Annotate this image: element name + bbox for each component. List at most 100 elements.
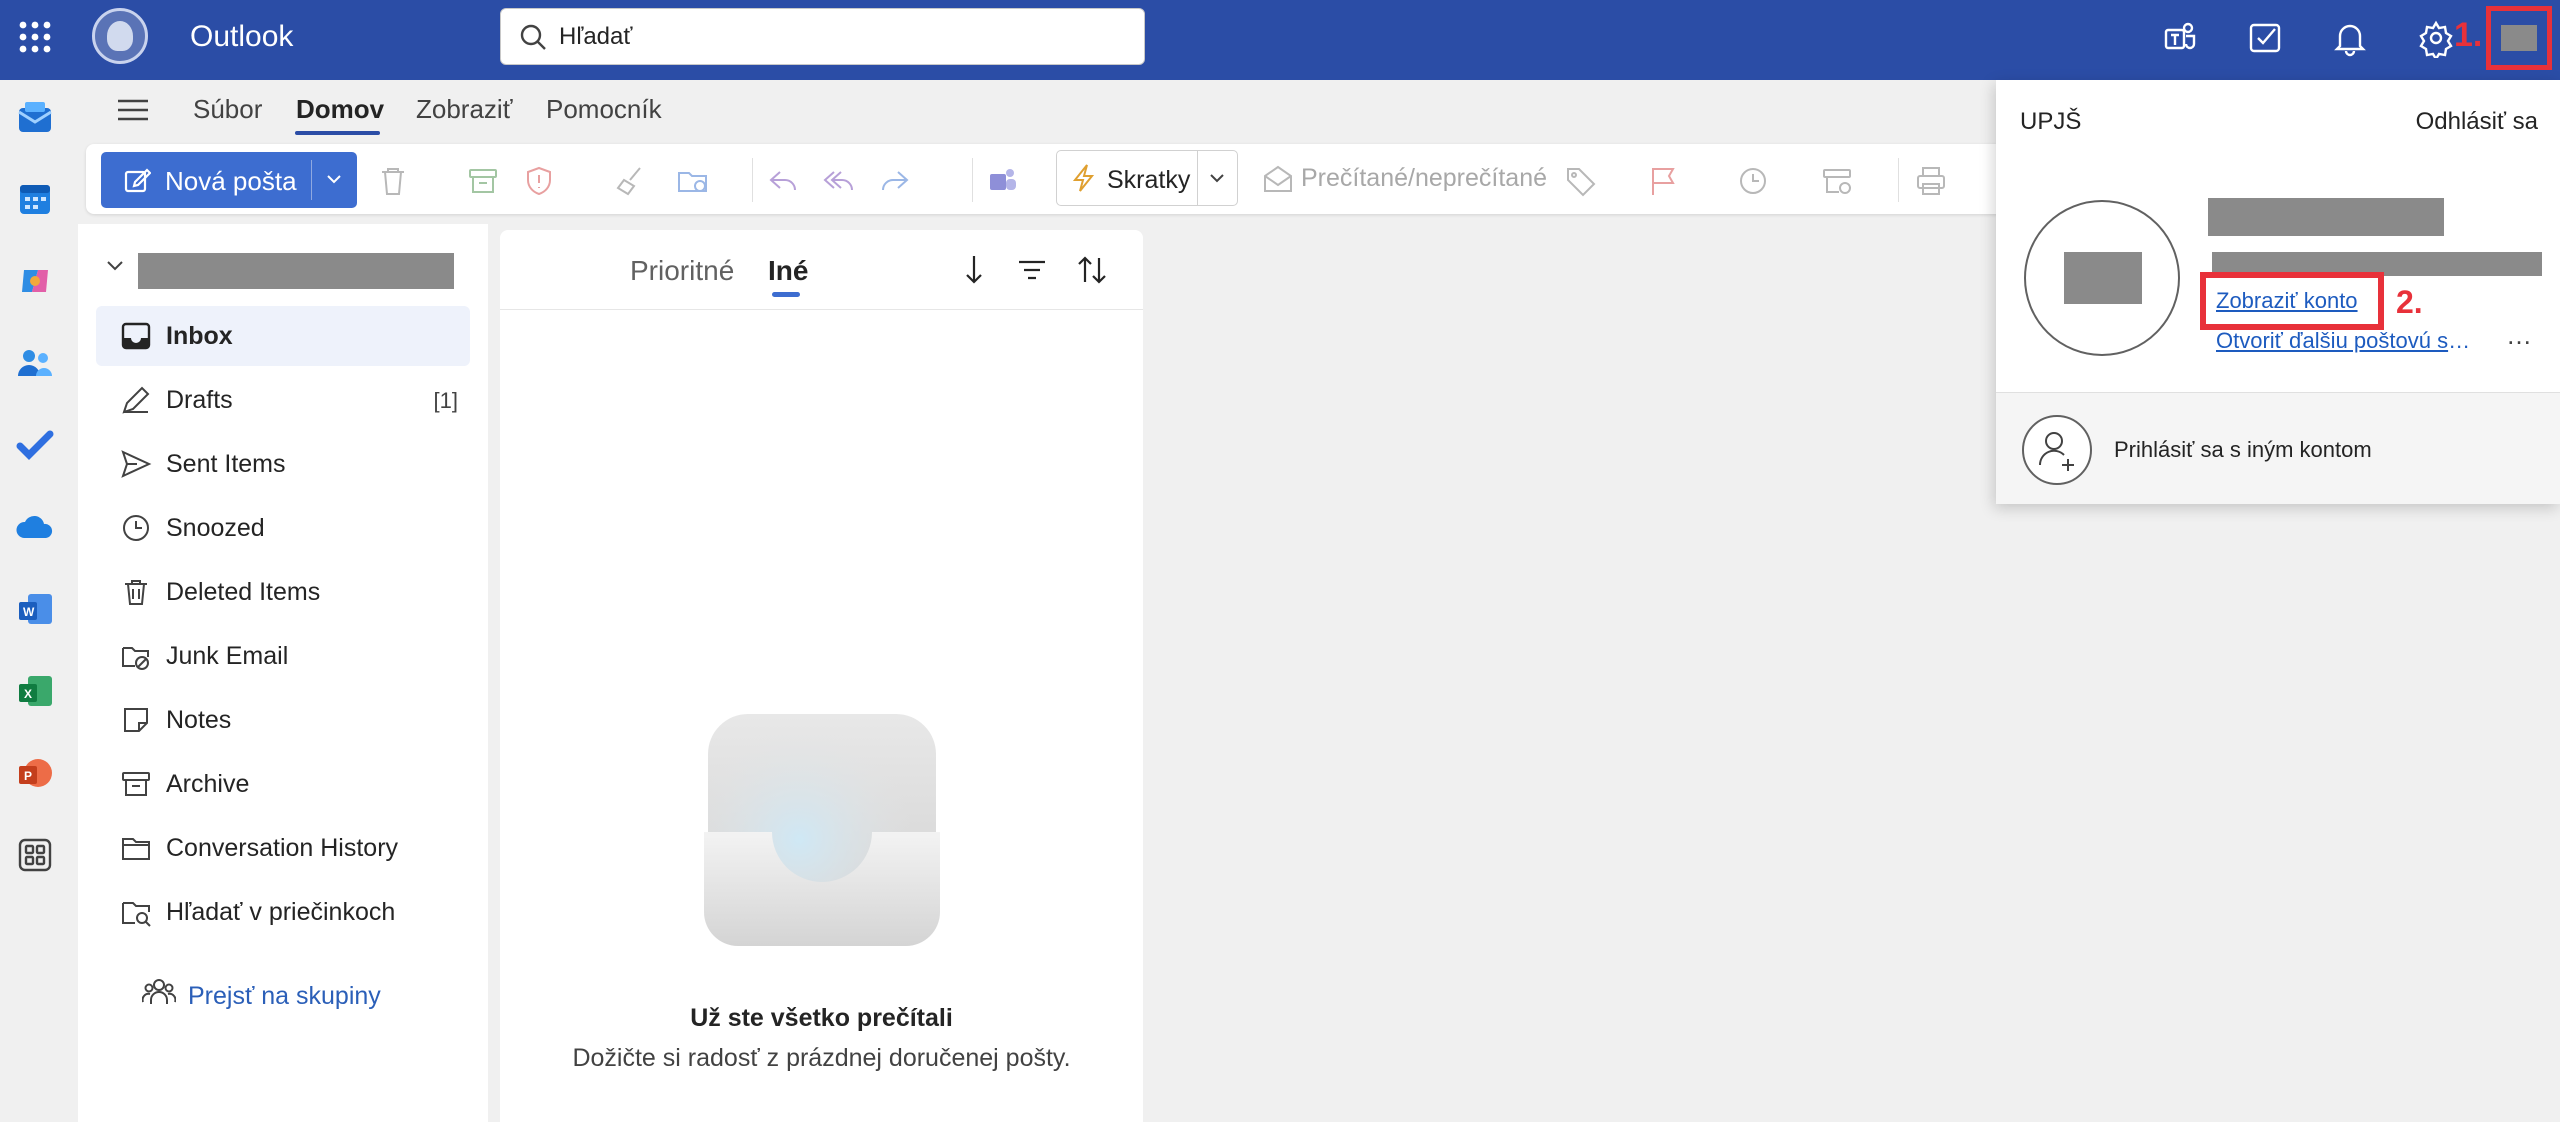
tab-view[interactable]: Zobraziť [416,94,512,125]
new-mail-label: Nová pošta [165,166,297,196]
search-box[interactable] [500,8,1145,65]
jump-down-icon[interactable] [956,252,992,288]
search-icon [519,23,547,51]
go-to-groups-link[interactable]: Prejsť na skupiny [188,982,381,1011]
account-manager-popup: UPJŠ Odhlásiť sa Zobraziť konto 2. Otvor… [1996,80,2560,504]
active-tab-indicator [295,131,380,135]
filter-icon[interactable] [1014,252,1050,288]
folder-deleted-items[interactable]: Deleted Items [96,562,470,622]
groups-icon [142,976,176,1006]
folder-junk-email[interactable]: Junk Email [96,626,470,686]
hamburger-menu-icon[interactable] [118,98,148,122]
snooze-icon[interactable] [1736,164,1770,198]
archive-ribbon-icon[interactable] [466,164,500,198]
word-app-icon[interactable]: W [16,590,54,628]
report-icon[interactable] [522,164,556,198]
shortcuts-dropdown-icon[interactable] [1209,171,1225,185]
view-account-link[interactable]: Zobraziť konto [2216,288,2358,314]
annotation-step-1: 1. [2454,16,2483,54]
shortcuts-label: Skratky [1107,166,1191,194]
folder-pane: Inbox Drafts [1] Sent Items Snoozed Dele… [78,224,488,1122]
people-app-icon[interactable] [16,344,54,382]
tab-focused[interactable]: Prioritné [630,255,734,287]
empty-inbox-illustration [700,710,940,950]
folder-snoozed[interactable]: Snoozed [96,498,470,558]
tab-other[interactable]: Iné [768,255,808,287]
archive-icon [120,768,152,800]
empty-state-subtitle: Dožičte si radosť z prázdnej doručenej p… [572,1044,1071,1072]
folder-label: Sent Items [166,450,286,478]
reply-icon[interactable] [766,164,800,198]
svg-text:P: P [24,769,32,783]
sign-out-link[interactable]: Odhlásiť sa [2416,108,2538,136]
inbox-icon [120,320,152,352]
copilot-app-icon[interactable] [16,262,54,300]
search-input[interactable] [559,9,1119,64]
reply-all-icon[interactable] [822,164,856,198]
folder-drafts[interactable]: Drafts [1] [96,370,470,430]
powerpoint-app-icon[interactable]: P [16,754,54,792]
collapse-account-chevron-icon[interactable] [106,258,124,272]
rules-icon[interactable] [1820,164,1854,198]
unread-count-badge: [1] [433,388,458,413]
todo-app-icon[interactable] [16,426,54,464]
envelope-open-icon[interactable] [1262,164,1294,194]
print-icon[interactable] [1914,164,1948,198]
folder-label: Snoozed [166,514,265,542]
sweep-icon[interactable] [614,164,648,198]
folder-conversation-history[interactable]: Conversation History [96,818,470,878]
app-title[interactable]: Outlook [190,20,293,54]
open-another-mailbox-link[interactable]: Otvoriť ďalšiu poštovú schránku [2216,328,2478,354]
sign-in-other-account-row[interactable]: Prihlásiť sa s iným kontom [1996,393,2560,504]
excel-app-icon[interactable]: X [16,672,54,710]
folder-label: Inbox [166,322,233,350]
app-launcher-icon[interactable] [18,20,52,54]
folder-label: Drafts [166,386,233,414]
delete-icon[interactable] [376,164,410,198]
account-avatar[interactable] [2024,200,2180,356]
read-unread-button[interactable]: Prečítané/neprečítané [1301,164,1547,193]
account-button[interactable] [2486,6,2552,70]
user-name-redacted [2208,198,2444,236]
forward-icon[interactable] [878,164,912,198]
annotation-step-2: 2. [2396,284,2423,320]
sort-icon[interactable] [1074,252,1110,288]
tab-file[interactable]: Súbor [193,94,262,125]
compose-icon [123,166,151,194]
folder-sent-items[interactable]: Sent Items [96,434,470,494]
tasks-icon[interactable] [2246,18,2286,58]
top-bar: Outlook 1. [0,0,2560,80]
calendar-app-icon[interactable] [16,180,54,218]
gear-icon[interactable] [2416,18,2456,58]
new-mail-button[interactable]: Nová pošta [101,152,357,208]
more-apps-icon[interactable] [16,836,54,874]
account-name-redacted[interactable] [138,253,454,289]
teams-share-icon[interactable] [986,164,1020,198]
move-to-folder-icon[interactable] [676,164,710,198]
folder-label: Hľadať v priečinkoch [166,898,396,926]
teams-icon[interactable] [2160,18,2200,58]
ribbon-toolbar: Nová pošta Skratky Prečítané/neprečítané [86,144,2006,214]
flag-icon[interactable] [1646,164,1680,198]
drafts-icon [120,384,152,416]
folder-archive[interactable]: Archive [96,754,470,814]
folder-notes[interactable]: Notes [96,690,470,750]
tag-icon[interactable] [1564,164,1598,198]
clock-icon [120,512,152,544]
svg-text:X: X [24,687,32,701]
new-mail-dropdown-icon[interactable] [326,172,342,186]
folder-inbox[interactable]: Inbox [96,306,470,366]
tab-help[interactable]: Pomocník [546,94,662,125]
tab-home[interactable]: Domov [296,94,384,125]
avatar-redacted [2064,252,2142,304]
message-list-header: Prioritné Iné [500,230,1143,310]
empty-state-title: Už ste všetko prečítali [690,1004,953,1032]
mail-app-icon[interactable] [16,98,54,136]
onedrive-app-icon[interactable] [16,508,54,546]
folder-label: Notes [166,706,232,734]
folder-search-folders[interactable]: Hľadať v priečinkoch [96,882,470,942]
more-options-button[interactable]: … [2506,320,2533,351]
shortcuts-button[interactable]: Skratky [1056,150,1238,206]
folder-label: Conversation History [166,834,399,862]
bell-icon[interactable] [2330,18,2370,58]
